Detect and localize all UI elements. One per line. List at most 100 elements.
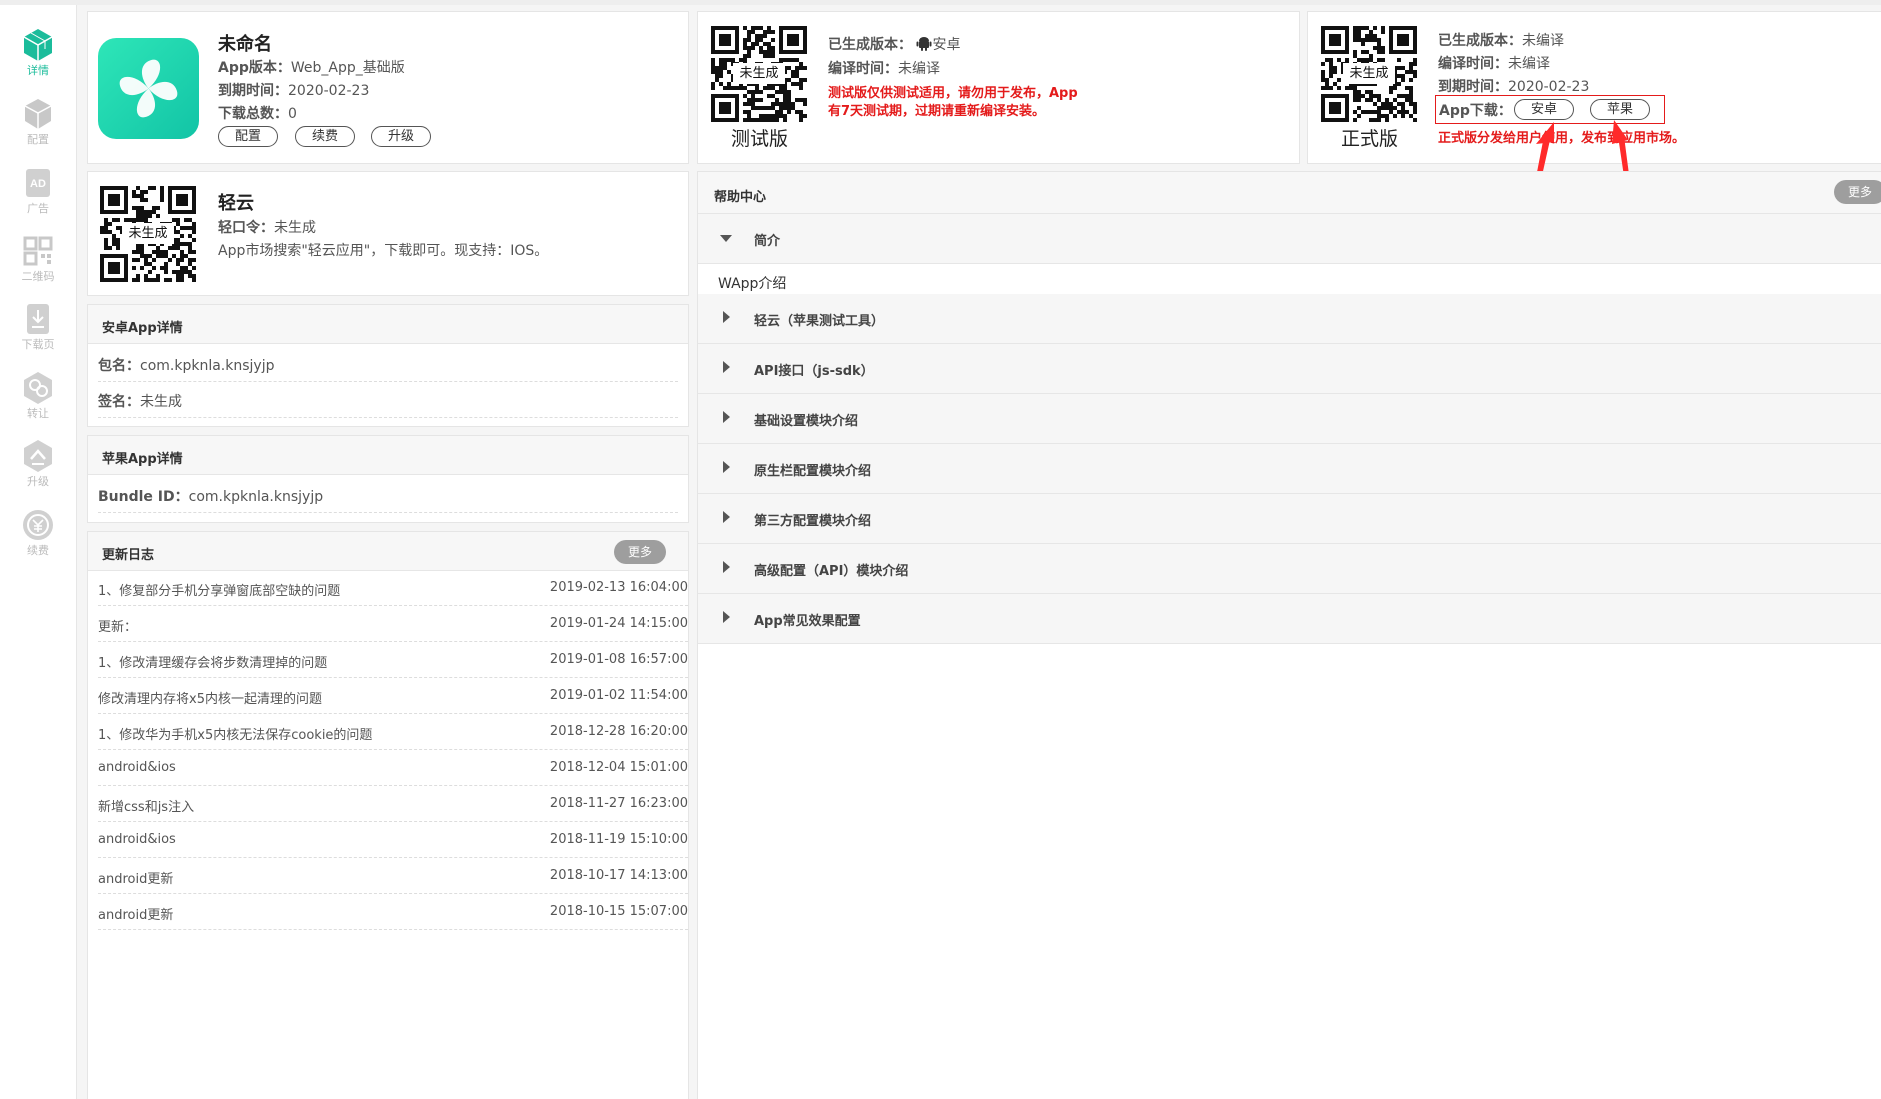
release-download-label: App下载： <box>1439 103 1512 119</box>
download-page-icon <box>27 304 49 334</box>
sidebar-item-renew[interactable]: 续费 <box>0 507 76 557</box>
sidebar-item-qrcode[interactable]: 二维码 <box>0 233 76 283</box>
changelog-more-button[interactable]: 更多 <box>614 540 667 564</box>
caret-right-icon <box>723 361 730 373</box>
app-expire: 到期时间：2020-02-23 <box>218 83 370 99</box>
changelog-time: 2019-01-24 14:15:00 <box>549 616 688 631</box>
qrcode-icon <box>23 236 53 266</box>
changelog-time: 2018-11-19 15:10:00 <box>549 832 688 847</box>
changelog-time: 2019-02-13 16:04:00 <box>549 580 688 595</box>
changelog-time: 2019-01-02 11:54:00 <box>549 688 688 703</box>
changelog-text: 1、修改清理缓存会将步数清理掉的问题 <box>98 656 328 671</box>
changelog-text: android&ios <box>98 832 176 847</box>
caret-down-icon <box>720 235 732 242</box>
upgrade-button[interactable]: 升级 <box>371 126 431 147</box>
test-build-card: 未生成 测试版 已生成版本： 安卓 编译时间：未编译 测试版仅供测试适用，请勿用… <box>697 11 1300 164</box>
box-icon <box>24 99 52 129</box>
release-version: 已生成版本：未编译 <box>1438 33 1564 49</box>
changelog-row[interactable]: android&ios 2018-11-19 15:10:00 <box>88 822 688 858</box>
cube-icon <box>23 29 53 61</box>
qingyun-title: 轻云 <box>218 193 254 214</box>
caret-right-icon <box>723 511 730 523</box>
divider <box>98 512 678 513</box>
android-icon <box>916 37 932 51</box>
sidebar-item-transfer[interactable]: 转让 <box>0 370 76 420</box>
changelog-time: 2019-01-08 16:57:00 <box>549 652 688 667</box>
changelog-row[interactable]: 1、修复部分手机分享弹窗底部空缺的问题 2019-02-13 16:04:00 <box>88 570 688 606</box>
help-item-label: 基础设置模块介绍 <box>754 414 859 429</box>
release-caption: 正式版 <box>1341 128 1399 150</box>
help-item-label: 轻云（苹果测试工具） <box>754 314 885 329</box>
top-border <box>0 0 1881 5</box>
help-item[interactable]: 原生栏配置模块介绍 <box>698 444 1881 494</box>
download-ios-button[interactable]: 苹果 <box>1590 99 1650 120</box>
help-item[interactable]: API接口（js-sdk） <box>698 344 1881 394</box>
help-item-label: 高级配置（API）模块介绍 <box>754 564 909 579</box>
config-button[interactable]: 配置 <box>218 126 278 147</box>
sidebar-item-ads[interactable]: AD 广告 <box>0 165 76 215</box>
sidebar-item-download-page[interactable]: 下载页 <box>0 301 76 351</box>
android-details-panel: 安卓App详情 包名：com.kpknla.knsjyjp 签名：未生成 <box>87 304 689 427</box>
release-qr-code: 未生成 <box>1321 26 1417 122</box>
sidebar-label: 升级 <box>27 475 49 488</box>
download-android-button[interactable]: 安卓 <box>1514 99 1574 120</box>
changelog-time: 2018-10-17 14:13:00 <box>549 868 688 883</box>
changelog-text: 1、修改华为手机x5内核无法保存cookie的问题 <box>98 728 373 743</box>
changelog-row[interactable]: 1、修改华为手机x5内核无法保存cookie的问题 2018-12-28 16:2… <box>88 714 688 750</box>
ios-details-header: 苹果App详情 <box>88 436 688 475</box>
sidebar-item-details[interactable]: 详情 <box>0 27 76 77</box>
help-intro-content[interactable]: WApp介绍 <box>718 273 786 293</box>
changelog-row[interactable]: 更新： 2019-01-24 14:15:00 <box>88 606 688 642</box>
help-center-title: 帮助中心 <box>714 190 767 205</box>
test-caption: 测试版 <box>731 128 789 150</box>
android-details-title: 安卓App详情 <box>102 321 183 336</box>
changelog-text: 更新： <box>98 620 138 635</box>
test-version: 已生成版本： 安卓 <box>828 37 961 53</box>
changelog-text: 1、修复部分手机分享弹窗底部空缺的问题 <box>98 584 341 599</box>
changelog-text: 修改清理内存将x5内核一起清理的问题 <box>98 692 322 707</box>
test-warning-line2: 有7天测试期，过期请重新编译安装。 <box>828 104 1046 119</box>
help-item[interactable]: 基础设置模块介绍 <box>698 394 1881 444</box>
release-expire: 到期时间：2020-02-23 <box>1438 79 1590 95</box>
release-build-card: 未生成 正式版 已生成版本：未编译 编译时间：未编译 到期时间：2020-02-… <box>1307 11 1881 198</box>
app-version: App版本：Web_App_基础版 <box>218 60 405 76</box>
changelog-header: 更新日志 更多 <box>88 532 688 571</box>
changelog-row[interactable]: 修改清理内存将x5内核一起清理的问题 2019-01-02 11:54:00 <box>88 678 688 714</box>
sidebar-item-config[interactable]: 配置 <box>0 96 76 146</box>
sidebar-label: 续费 <box>27 544 49 557</box>
caret-right-icon <box>723 611 730 623</box>
caret-right-icon <box>723 411 730 423</box>
sidebar-label: 详情 <box>27 64 49 77</box>
renew-icon <box>23 510 53 540</box>
sidebar-item-upgrade[interactable]: 升级 <box>0 438 76 488</box>
android-package: 包名：com.kpknla.knsjyjp <box>98 358 275 374</box>
help-item[interactable]: 第三方配置模块介绍 <box>698 494 1881 544</box>
sidebar-label: 广告 <box>27 202 49 215</box>
qingyun-qr-code: 未生成 <box>100 186 196 282</box>
test-warning-line1: 测试版仅供测试适用，请勿用于发布，App <box>828 86 1078 101</box>
changelog-row[interactable]: 1、修改清理缓存会将步数清理掉的问题 2019-01-08 16:57:00 <box>88 642 688 678</box>
ad-icon: AD <box>26 169 50 197</box>
ios-details-title: 苹果App详情 <box>102 452 183 467</box>
renew-button[interactable]: 续费 <box>295 126 355 147</box>
changelog-row[interactable]: android更新 2018-10-17 14:13:00 <box>88 858 688 894</box>
qingyun-card: 未生成 轻云 轻口令：未生成 App市场搜索"轻云应用"，下载即可。现支持：IO… <box>87 171 689 296</box>
changelog-title: 更新日志 <box>102 548 155 563</box>
changelog-time: 2018-12-04 15:01:00 <box>549 760 688 775</box>
help-item-intro[interactable]: 简介 <box>698 214 1881 264</box>
sidebar-label: 转让 <box>27 407 49 420</box>
app-logo <box>98 38 199 139</box>
help-item-label: API接口（js-sdk） <box>754 364 874 379</box>
changelog-time: 2018-12-28 16:20:00 <box>549 724 688 739</box>
help-item[interactable]: 轻云（苹果测试工具） <box>698 294 1881 344</box>
help-more-button[interactable]: 更多 <box>1834 180 1881 204</box>
sidebar-label: 下载页 <box>21 338 55 351</box>
help-item[interactable]: App常见效果配置 <box>698 594 1881 644</box>
help-center-panel: 帮助中心 更多 简介 WApp介绍 轻云（苹果测试工具） API接口（js-sdk… <box>697 171 1881 1099</box>
help-item-label: 原生栏配置模块介绍 <box>754 464 872 479</box>
changelog-row[interactable]: android&ios 2018-12-04 15:01:00 <box>88 750 688 786</box>
changelog-row[interactable]: 新增css和js注入 2018-11-27 16:23:00 <box>88 786 688 822</box>
sidebar: 详情 配置 AD 广告 二维码 下载页 转让 升级 续费 <box>0 5 77 1099</box>
changelog-row[interactable]: android更新 2018-10-15 15:07:00 <box>88 894 688 930</box>
help-item[interactable]: 高级配置（API）模块介绍 <box>698 544 1881 594</box>
